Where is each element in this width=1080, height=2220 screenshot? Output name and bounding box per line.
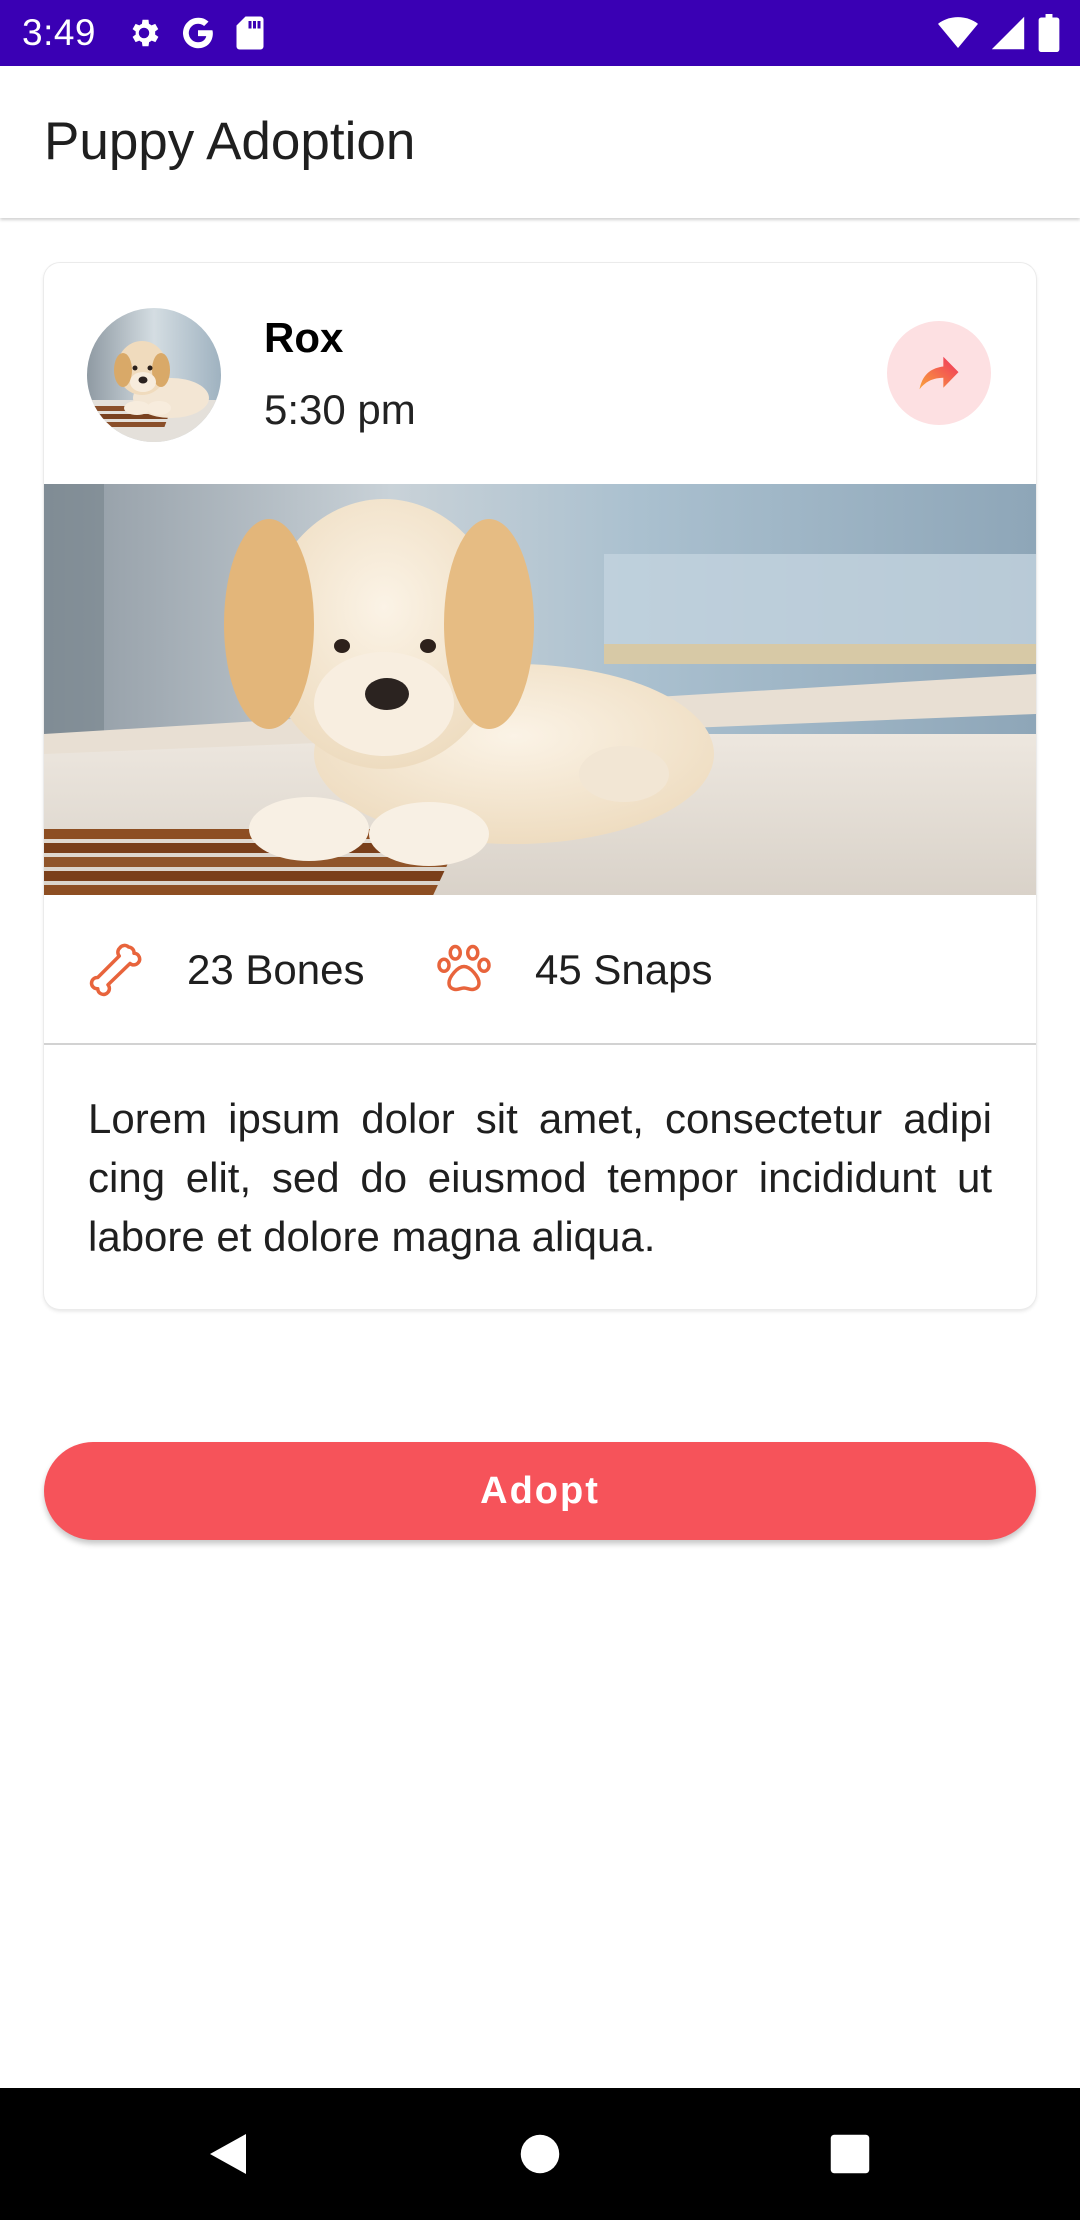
- puppy-card: Rox 5:30 pm 23 Bones 45 Snaps Lorem ipsu…: [44, 263, 1036, 1309]
- status-right-icons: [938, 14, 1060, 52]
- snaps-count: 45 Snaps: [535, 946, 713, 993]
- bones-count: 23 Bones: [187, 946, 365, 993]
- puppy-photo: [44, 484, 1036, 895]
- page-title: Puppy Adoption: [44, 112, 416, 171]
- status-time: 3:49: [22, 12, 97, 53]
- back-icon: [206, 2130, 250, 2178]
- pet-name: Rox: [264, 314, 344, 361]
- avatar: [87, 308, 221, 442]
- battery-icon: [1038, 14, 1060, 52]
- adopt-button[interactable]: Adopt: [44, 1442, 1036, 1540]
- card-header: Rox 5:30 pm: [44, 263, 1036, 484]
- pet-description: Lorem ipsum dolor sit amet, consectetur …: [88, 1095, 992, 1260]
- bone-icon: [86, 939, 146, 999]
- post-time: 5:30 pm: [264, 386, 416, 433]
- share-button[interactable]: [887, 321, 991, 425]
- app-bar: Puppy Adoption: [0, 66, 1080, 218]
- home-button[interactable]: [510, 2124, 570, 2184]
- wifi-icon: [938, 15, 978, 51]
- settings-icon: [126, 15, 162, 51]
- status-bar: 3:49: [0, 0, 1080, 66]
- share-icon: [913, 347, 965, 399]
- stats-row: 23 Bones 45 Snaps: [44, 895, 1036, 1045]
- paw-icon: [434, 939, 494, 999]
- navigation-bar: [0, 2088, 1080, 2220]
- home-icon: [519, 2133, 561, 2175]
- recents-button[interactable]: [820, 2124, 880, 2184]
- back-button[interactable]: [198, 2124, 258, 2184]
- status-left-icons: [126, 14, 266, 52]
- google-icon: [180, 15, 216, 51]
- sd-card-icon: [234, 15, 266, 51]
- signal-icon: [990, 15, 1026, 51]
- recents-icon: [829, 2133, 871, 2175]
